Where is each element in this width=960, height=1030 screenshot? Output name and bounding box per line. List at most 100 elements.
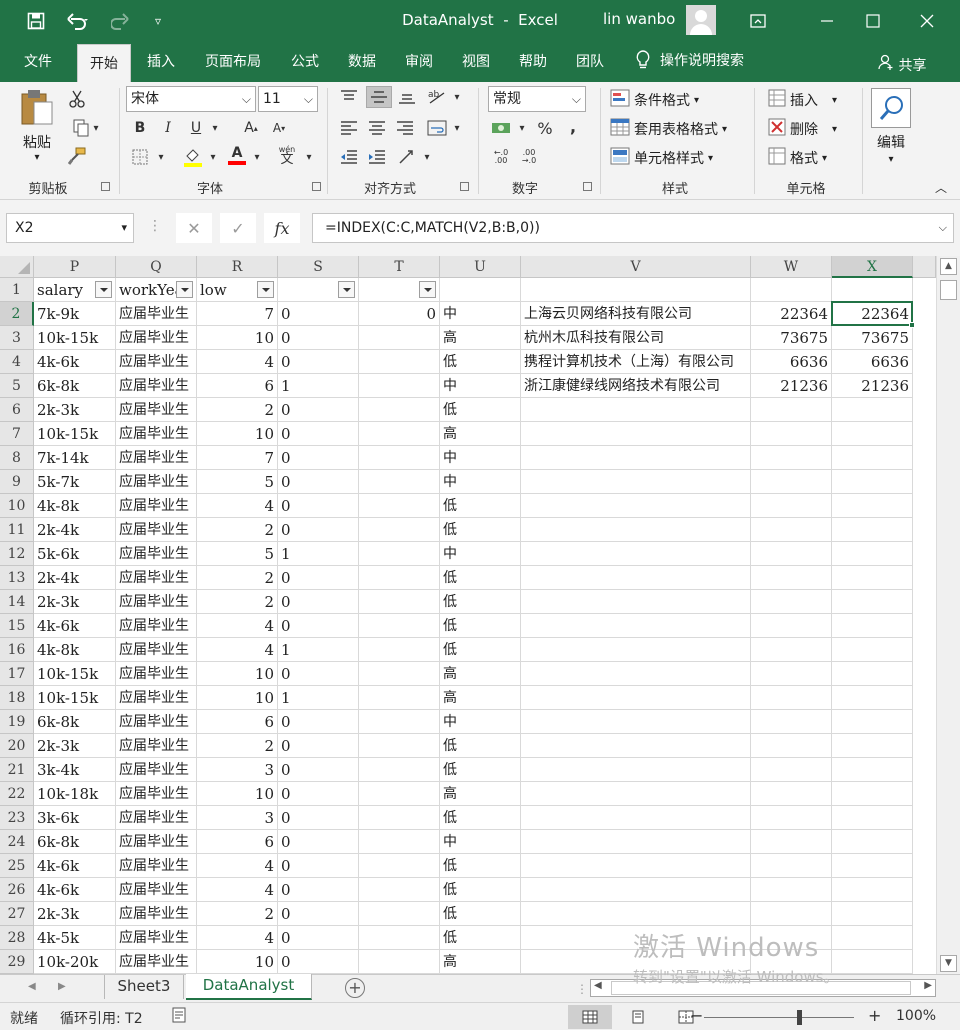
delete-cells-button[interactable]: 删除 ▾ xyxy=(768,118,837,140)
borders-dropdown-icon[interactable]: ▾ xyxy=(150,146,172,168)
column-header-w[interactable]: W xyxy=(751,256,832,278)
table-cell[interactable]: 4k-6k xyxy=(34,854,116,878)
save-icon[interactable] xyxy=(22,0,50,42)
table-cell[interactable]: 0 xyxy=(278,878,359,902)
table-cell[interactable]: 应届毕业生 xyxy=(116,614,197,638)
table-cell[interactable] xyxy=(832,470,913,494)
table-cell[interactable]: 4k-8k xyxy=(34,638,116,662)
table-cell[interactable] xyxy=(521,518,751,542)
tab-review[interactable]: 审阅 xyxy=(394,48,444,82)
table-cell[interactable]: 低 xyxy=(440,518,521,542)
format-cells-button[interactable]: 格式 ▾ xyxy=(768,147,827,169)
table-cell[interactable] xyxy=(751,830,832,854)
table-cell[interactable]: 应届毕业生 xyxy=(116,566,197,590)
table-cell[interactable]: 应届毕业生 xyxy=(116,710,197,734)
close-icon[interactable] xyxy=(904,0,950,42)
table-cell[interactable] xyxy=(832,902,913,926)
table-cell[interactable]: 中 xyxy=(440,542,521,566)
table-cell[interactable] xyxy=(359,494,440,518)
tab-help[interactable]: 帮助 xyxy=(508,48,558,82)
row-header-14[interactable]: 14 xyxy=(0,590,34,614)
table-cell[interactable]: 2 xyxy=(197,902,278,926)
table-cell[interactable] xyxy=(359,662,440,686)
table-cell[interactable] xyxy=(521,398,751,422)
table-cell[interactable] xyxy=(751,806,832,830)
row-header-6[interactable]: 6 xyxy=(0,398,34,422)
alignment-launcher-icon[interactable] xyxy=(460,182,469,191)
row-header-12[interactable]: 12 xyxy=(0,542,34,566)
table-cell[interactable] xyxy=(832,734,913,758)
customize-quick-access-icon[interactable]: ▿ xyxy=(148,0,168,42)
table-cell[interactable]: 高 xyxy=(440,662,521,686)
align-middle-icon[interactable] xyxy=(366,86,392,108)
column-header-q[interactable]: Q xyxy=(116,256,197,278)
table-cell[interactable] xyxy=(359,638,440,662)
table-cell[interactable]: 2k-4k xyxy=(34,518,116,542)
table-cell[interactable]: 0 xyxy=(278,566,359,590)
table-cell[interactable] xyxy=(359,830,440,854)
table-cell[interactable]: 应届毕业生 xyxy=(116,374,197,398)
table-cell[interactable]: 2 xyxy=(197,566,278,590)
table-cell[interactable] xyxy=(832,638,913,662)
table-cell[interactable] xyxy=(521,470,751,494)
table-cell[interactable]: 3 xyxy=(197,806,278,830)
cut-icon[interactable] xyxy=(66,88,88,110)
table-cell[interactable]: 0 xyxy=(278,470,359,494)
table-cell[interactable] xyxy=(359,446,440,470)
table-cell[interactable]: 6636 xyxy=(832,350,913,374)
table-cell[interactable]: 0 xyxy=(278,926,359,950)
table-cell[interactable]: 上海云贝网络科技有限公司 xyxy=(521,302,751,326)
table-cell[interactable]: 73675 xyxy=(751,326,832,350)
table-cell[interactable]: 0 xyxy=(278,614,359,638)
tab-data[interactable]: 数据 xyxy=(337,48,387,82)
table-cell[interactable]: 携程计算机技术（上海）有限公司 xyxy=(521,350,751,374)
table-cell[interactable]: 10k-15k xyxy=(34,422,116,446)
table-cell[interactable] xyxy=(521,878,751,902)
table-cell[interactable]: 3 xyxy=(197,758,278,782)
table-cell[interactable] xyxy=(751,710,832,734)
table-cell[interactable] xyxy=(521,566,751,590)
table-cell[interactable]: 低 xyxy=(440,854,521,878)
table-cell[interactable] xyxy=(359,710,440,734)
table-cell[interactable]: 7 xyxy=(197,446,278,470)
table-cell[interactable]: 10 xyxy=(197,326,278,350)
table-cell[interactable] xyxy=(832,446,913,470)
table-cell[interactable] xyxy=(521,446,751,470)
table-cell[interactable] xyxy=(440,278,521,302)
sheet-tab-sheet3[interactable]: Sheet3 xyxy=(104,975,184,999)
table-cell[interactable]: 22364 xyxy=(751,302,832,326)
cell-styles-button[interactable]: 单元格样式 ▾ xyxy=(610,147,713,169)
table-cell[interactable]: 应届毕业生 xyxy=(116,638,197,662)
table-cell[interactable]: 应届毕业生 xyxy=(116,398,197,422)
table-cell[interactable] xyxy=(832,422,913,446)
table-cell[interactable] xyxy=(751,398,832,422)
table-cell[interactable]: 10k-15k xyxy=(34,662,116,686)
align-left-icon[interactable] xyxy=(338,117,360,139)
table-cell[interactable]: 5k-6k xyxy=(34,542,116,566)
table-cell[interactable]: 22364 xyxy=(832,302,913,326)
accounting-format-icon[interactable] xyxy=(490,117,512,139)
copy-icon[interactable]: ▾ xyxy=(66,117,106,139)
column-header-p[interactable]: P xyxy=(34,256,116,278)
table-cell[interactable]: 应届毕业生 xyxy=(116,518,197,542)
user-name[interactable]: lin wanbo xyxy=(603,10,675,28)
table-header-cell[interactable] xyxy=(278,278,359,302)
table-cell[interactable]: 应届毕业生 xyxy=(116,422,197,446)
row-header-26[interactable]: 26 xyxy=(0,878,34,902)
table-cell[interactable]: 3k-6k xyxy=(34,806,116,830)
table-cell[interactable] xyxy=(751,566,832,590)
table-cell[interactable]: 0 xyxy=(278,494,359,518)
tab-page-layout[interactable]: 页面布局 xyxy=(194,48,272,82)
table-cell[interactable]: 6k-8k xyxy=(34,830,116,854)
row-header-1[interactable]: 1 xyxy=(0,278,34,302)
row-header-7[interactable]: 7 xyxy=(0,422,34,446)
table-cell[interactable] xyxy=(359,518,440,542)
font-size-select[interactable]: 11 ⌵ xyxy=(258,86,318,112)
scroll-left-icon[interactable]: ◀ xyxy=(594,980,602,991)
table-cell[interactable]: 10 xyxy=(197,782,278,806)
row-header-19[interactable]: 19 xyxy=(0,710,34,734)
enter-entry-icon[interactable]: ✓ xyxy=(220,213,256,243)
table-cell[interactable] xyxy=(751,446,832,470)
table-cell[interactable]: 低 xyxy=(440,566,521,590)
table-cell[interactable] xyxy=(521,758,751,782)
